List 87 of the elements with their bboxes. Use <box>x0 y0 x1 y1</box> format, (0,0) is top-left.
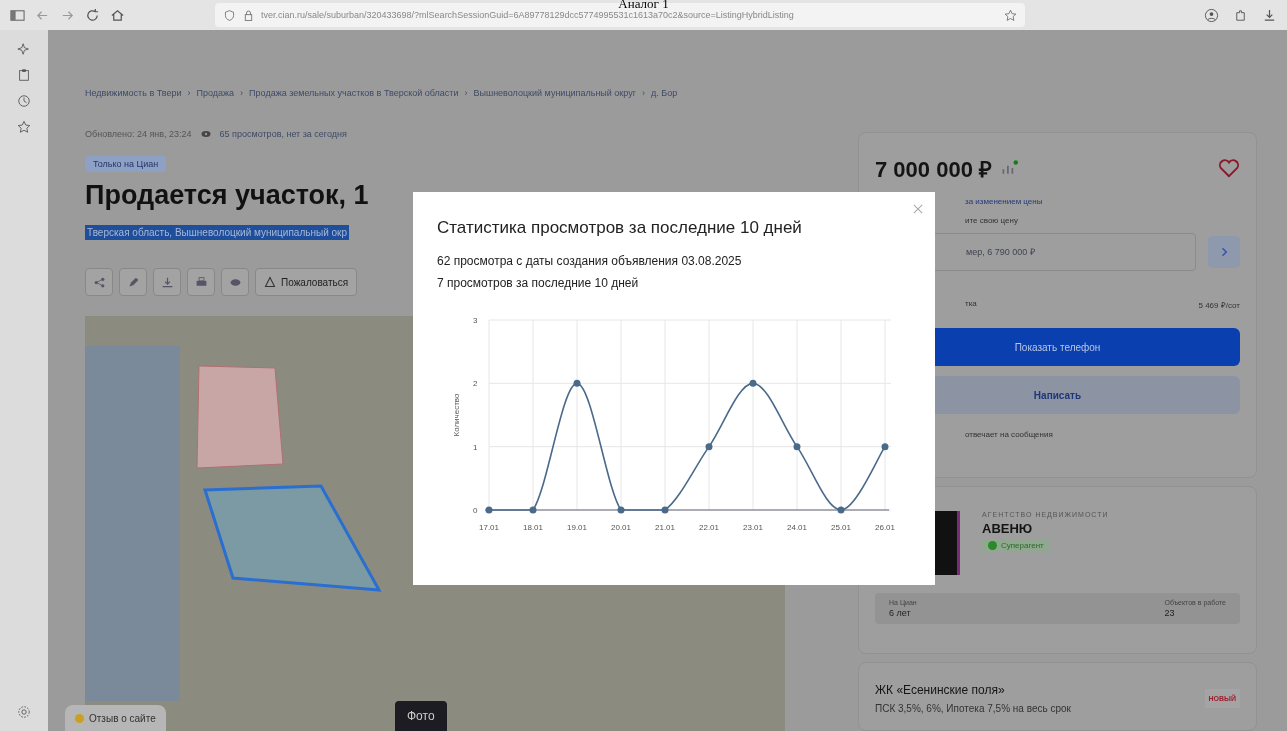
x-tick-label: 19.01 <box>567 523 587 532</box>
eye-icon <box>199 128 212 140</box>
print-button[interactable] <box>187 268 215 296</box>
history-icon[interactable] <box>17 94 31 108</box>
price-text: 7 000 000 ₽ <box>875 156 992 183</box>
breadcrumb-link[interactable]: Недвижимость в Твери <box>85 88 182 98</box>
share-button[interactable] <box>85 268 113 296</box>
home-icon[interactable] <box>110 7 125 23</box>
data-point <box>705 443 713 451</box>
lock-icon <box>242 8 255 22</box>
share-icon <box>92 275 106 289</box>
complain-button[interactable]: Пожаловаться <box>255 268 358 296</box>
price-chart-icon[interactable] <box>1000 159 1018 177</box>
statistics-text: 62 просмотра с даты создания объявления 03.08.2025 <box>437 254 743 268</box>
photo-button[interactable]: Фото <box>395 701 447 731</box>
exclusive-badge: Только на Циан <box>85 156 167 172</box>
breadcrumb-link[interactable]: Продажа земельных участков в Тверской области <box>249 88 459 98</box>
hide-button[interactable] <box>221 268 249 296</box>
edit-button[interactable] <box>119 268 147 296</box>
updated-text: Обновлено: 24 янв, 23:24 <box>85 129 192 139</box>
x-tick-label: 20.01 <box>611 523 631 532</box>
data-point <box>485 506 493 514</box>
data-point <box>837 506 845 514</box>
views-link[interactable]: 65 просмотров, нет за сегодня <box>219 129 347 139</box>
superagent-badge: Суперагент <box>982 539 1050 552</box>
offer-label: ите свою цену <box>965 216 1019 225</box>
stat-value: 23 <box>1164 608 1176 618</box>
reload-icon[interactable] <box>85 7 100 23</box>
y-tick-label: 2 <box>473 379 478 389</box>
x-tick-label: 25.01 <box>831 523 851 532</box>
sparkle-icon[interactable] <box>17 42 31 56</box>
download-icon[interactable] <box>1262 7 1277 23</box>
data-point <box>529 506 537 514</box>
heart-icon[interactable] <box>1218 157 1240 179</box>
price-per-unit-label: тка <box>965 299 977 310</box>
statistics-text: 7 просмотров за последние 10 дней <box>437 276 640 290</box>
breadcrumb-separator: › <box>464 88 468 98</box>
stat-value: 6 лет <box>889 608 912 618</box>
promo-text: ПСК 3,5%, 6%, Ипотека 7,5% на весь срок <box>875 703 1072 714</box>
x-tick-label: 21.01 <box>655 523 675 532</box>
download-button[interactable] <box>153 268 181 296</box>
breadcrumb-link[interactable]: Продажа <box>196 88 235 98</box>
profile-icon[interactable] <box>1204 7 1219 23</box>
extensions-icon[interactable] <box>1233 7 1248 23</box>
download-icon <box>160 275 174 289</box>
data-point <box>617 506 625 514</box>
address-text: Тверская область, Вышневолоцкий муниципальный окр <box>85 225 349 240</box>
image-caption: Аналог 1 <box>617 0 670 11</box>
breadcrumb-link[interactable]: Вышневолоцкий муниципальный округ <box>473 88 636 98</box>
star-icon[interactable] <box>17 120 31 134</box>
data-point <box>793 443 801 451</box>
data-point <box>881 443 889 451</box>
pencil-icon <box>126 275 140 289</box>
dialog-title: Статистика просмотров за последние 10 дней <box>437 218 803 238</box>
x-tick-label: 17.01 <box>479 523 499 532</box>
close-icon[interactable] <box>913 204 923 214</box>
clipboard-icon[interactable] <box>17 68 31 82</box>
price-watch-link[interactable]: за изменением цены <box>965 197 1240 206</box>
settings-icon[interactable] <box>17 705 31 719</box>
agency-logo <box>935 511 960 575</box>
agency-name[interactable]: АВЕНЮ <box>982 521 1033 536</box>
printer-icon <box>194 275 208 289</box>
star-icon[interactable] <box>1004 8 1017 22</box>
sidebar-toggle-icon[interactable] <box>10 7 25 23</box>
reply-note: отвечает на сообщения <box>965 430 1054 439</box>
y-tick-label: 0 <box>473 506 478 515</box>
breadcrumb-separator: › <box>240 88 244 98</box>
price-per-unit-value: 5 469 ₽/сот <box>1198 300 1240 310</box>
data-point <box>573 379 581 387</box>
y-tick-label: 1 <box>473 442 478 452</box>
data-point <box>749 379 757 387</box>
breadcrumb-separator: › <box>187 88 191 98</box>
breadcrumb-separator: › <box>642 88 645 98</box>
x-tick-label: 18.01 <box>523 523 543 532</box>
x-tick-label: 24.01 <box>787 523 807 532</box>
listing-title: Продается участок, 1 <box>85 180 369 211</box>
x-tick-label: 23.01 <box>743 523 763 532</box>
y-tick-label: 3 <box>473 316 478 325</box>
shield-icon <box>223 8 236 22</box>
data-point <box>661 506 669 514</box>
promo-title[interactable]: ЖК «Есенинские поля» <box>875 683 1195 697</box>
breadcrumb-link[interactable]: д. Бор <box>651 88 678 98</box>
y-axis-title: Количество <box>452 393 461 437</box>
feedback-button[interactable]: Отзыв о сайте <box>65 705 166 731</box>
x-tick-label: 22.01 <box>699 523 719 532</box>
warning-icon <box>264 276 276 288</box>
x-tick-label: 26.01 <box>875 523 895 532</box>
